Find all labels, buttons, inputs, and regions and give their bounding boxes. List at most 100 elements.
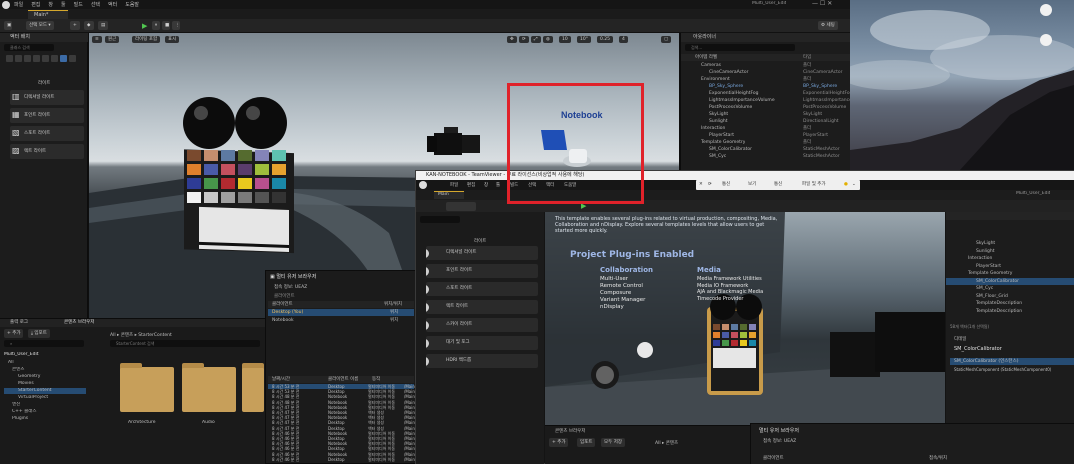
tree-item[interactable]: Plugins [4,416,86,422]
crumb[interactable]: All [110,333,116,338]
crumb[interactable]: 콘텐츠 [666,441,678,446]
light-category-icon[interactable] [24,55,31,62]
window-controls[interactable]: — ☐ ✕ [812,0,832,7]
settings-button[interactable]: ⚙ 세팅 [818,21,838,30]
menu-help[interactable]: 도움말 [125,1,139,8]
class-search-input[interactable]: 클래스 검색 [4,44,54,51]
tv-menu-edit[interactable]: 편집 [467,182,475,188]
blueprint-icon[interactable]: ◆ [84,21,94,30]
tv-place-item[interactable]: 스카이 라이트 [426,318,538,332]
tab-content-browser[interactable]: 콘텐츠 브라우저 [64,319,94,327]
tv-outliner-row[interactable]: SM_Floor_Grid [946,293,1074,300]
tool-communicate[interactable]: 통신 [722,180,730,190]
tree-item[interactable]: All [4,360,86,366]
folder-blueprints[interactable] [242,363,264,412]
tv-menu-tools[interactable]: 툴 [496,182,500,188]
outliner-row[interactable]: LightmassImportanceVolume LightmassImport… [681,97,869,104]
import-button[interactable]: ⤓ 임포트 [28,329,50,338]
tv-viewport[interactable]: This template enables several plug-ins r… [545,212,945,425]
tv-place-item[interactable]: 렉트 라이트 [426,300,538,314]
volumes-icon[interactable] [69,55,76,62]
folder-architecture[interactable] [120,363,174,412]
outliner-row[interactable]: PlayerStart PlayerStart [681,132,851,139]
outliner-search-input[interactable]: 검색... [685,44,795,51]
tv-outliner-row[interactable]: TemplateDescription [946,300,1074,307]
crumb[interactable]: All [655,441,661,446]
tv-details-sub[interactable]: SM_ColorCalibrator (인스턴스) [950,358,1074,365]
add-button[interactable]: + 추가 [4,329,24,338]
tree-item[interactable]: 엔진 [4,402,86,408]
tv-outliner-row[interactable]: Interaction [946,255,1074,262]
tv-outliner-row[interactable]: SM_ColorCalibrator [946,277,1074,285]
tree-item[interactable]: 콘텐츠 [4,367,86,373]
shapes-icon[interactable] [33,55,40,62]
tv-outliner-row[interactable]: TemplateDescription [946,308,1074,315]
tv-place-item[interactable]: 스포트 라이트 [426,282,538,296]
select-mode-button[interactable]: 선택 모드 ▾ [26,21,54,30]
close-icon[interactable]: ✕ [699,180,703,190]
tv-path[interactable]: All ▸ 콘텐츠 [655,440,678,446]
visual-effects-icon[interactable] [51,55,58,62]
menu-tools[interactable]: 툴 [61,1,66,8]
tool-communicate-2[interactable]: 통신 [774,180,782,190]
cinematics-icon[interactable]: ▤ [98,21,108,30]
tv-details-comp[interactable]: StaticMeshComponent (StaticMeshComponent… [954,367,1051,372]
menu-select[interactable]: 선택 [91,1,100,8]
client-row[interactable]: Notebook 위치 [268,317,414,324]
outliner-row[interactable]: Environment 폴더 [681,76,851,83]
tree-search-input[interactable]: ⌕ [4,340,84,347]
tool-files[interactable]: 파일 및 추가 [802,180,826,190]
tree-item[interactable]: VirtualProject [4,395,86,401]
tv-outliner-row[interactable]: PlayerStart [946,263,1074,270]
tv-place-item[interactable]: 디렉셔널 라이트 [426,246,538,260]
save-icon[interactable]: ▣ [4,21,12,30]
content-search-input[interactable]: StarterContent 검색 [110,340,260,347]
history-row[interactable]: 8 시간 46 분 전 Desktop 멀티미디어 이동/Main [268,457,415,462]
lightbulb-icon[interactable]: ● [844,180,848,190]
place-item-directional-light[interactable]: ▥ 디렉셔널 라이트 [10,90,84,105]
tv-outliner-row[interactable]: Sunlight [946,248,1074,255]
menu-file[interactable]: 파일 [14,1,23,8]
tv-outliner-row[interactable]: SM_Cyc [946,285,1074,292]
menu-window[interactable]: 창 [48,1,53,8]
tv-import-button[interactable]: 임포트 [577,438,596,447]
tv-menu-file[interactable]: 파일 [450,182,458,188]
tv-place-item[interactable]: 대기 및 포그 [426,336,538,350]
tree-item[interactable]: Movies [4,381,86,387]
crumb[interactable]: 콘텐츠 [121,333,133,338]
outliner-row[interactable]: ExponentialHeightFog ExponentialHeightFog [681,90,853,97]
basic-icon[interactable] [15,55,22,62]
tree-item[interactable]: C++ 클래스 [4,409,86,415]
tv-tab-main[interactable]: Main [434,191,464,199]
outliner-row[interactable]: Sunlight DirectionalLight [681,118,851,125]
menu-build[interactable]: 빌드 [74,1,83,8]
geometry-icon[interactable] [60,55,67,62]
refresh-icon[interactable]: ⟳ [708,180,712,190]
client-row[interactable]: Desktop (You) 위치 [268,309,414,316]
folder-audio[interactable] [182,363,236,412]
outliner-row[interactable]: SM_Cyc StaticMeshActor [681,153,851,160]
outliner-row[interactable]: BP_Sky_Sphere BP_Sky_Sphere [681,83,851,90]
menu-actor[interactable]: 액터 [108,1,117,8]
tab-main[interactable]: Main* [28,10,68,19]
tv-menu-window[interactable]: 창 [484,182,488,188]
tv-add-button[interactable]: + 추가 [549,438,569,447]
tv-place-item[interactable]: 포인트 라이트 [426,264,538,278]
place-item-point-light[interactable]: ▦ 포인트 라이트 [10,108,84,123]
tv-outliner-row[interactable]: Template Geometry [946,270,1074,277]
tv-save-all-button[interactable]: 모두 저장 [601,438,625,447]
place-item-rect-light[interactable]: ▨ 렉트 라이트 [10,144,84,159]
tv-outliner-row[interactable]: SkyLight [946,240,1074,247]
outliner-row[interactable]: CineCameraActor CineCameraActor [681,69,851,76]
place-item-spot-light[interactable]: ▧ 스포트 라이트 [10,126,84,141]
outliner-row[interactable]: SkyLight SkyLight [681,111,851,118]
outliner-row[interactable]: Template Geometry 폴더 [681,139,851,146]
tool-view[interactable]: 보기 [748,180,756,190]
tv-place-item[interactable]: HDRI 백드롭 [426,354,538,368]
menu-edit[interactable]: 편집 [31,1,40,8]
outliner-row[interactable]: Interaction 폴더 [681,125,851,132]
crumb[interactable]: StarterContent [138,333,172,338]
outliner-row[interactable]: Cameras 폴더 [681,62,851,69]
tree-root[interactable]: Multi_User_Edit [4,352,86,358]
outliner-row[interactable]: SM_ColorCalibrator StaticMeshActor [681,146,851,153]
